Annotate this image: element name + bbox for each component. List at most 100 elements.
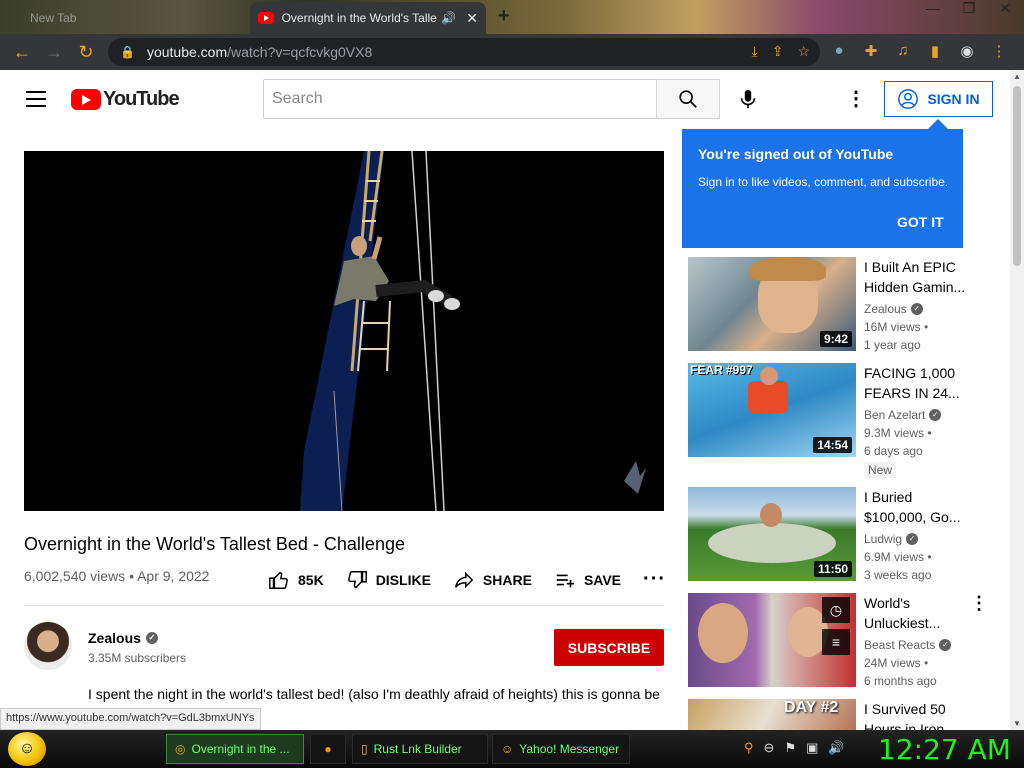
got-it-button[interactable]: GOT IT <box>897 214 944 230</box>
recommendation-title[interactable]: I Survived 50 Hours in Iron... <box>864 699 970 730</box>
recommendation-title[interactable]: FACING 1,000 FEARS IN 24... <box>864 363 970 403</box>
video-thumbnail[interactable]: 9:42 <box>688 257 856 351</box>
recommendation-title[interactable]: I Buried $100,000, Go... <box>864 487 970 527</box>
video-thumbnail[interactable]: DAY #2 <box>688 699 856 730</box>
recommendation-channel[interactable]: Ludwig ✓ <box>864 532 919 546</box>
share-arrow-icon <box>454 571 474 588</box>
status-bar-url: https://www.youtube.com/watch?v=GdL3bmxU… <box>0 708 261 730</box>
more-actions-icon[interactable]: ··· <box>643 568 666 591</box>
recommendation-channel[interactable]: Beast Reacts ✓ <box>864 638 952 652</box>
recommendation-title[interactable]: World's Unluckiest... <box>864 593 970 633</box>
video-thumbnail[interactable]: ◷ ≡ <box>688 593 856 687</box>
recommended-video[interactable]: 9:42 I Built An EPIC Hidden Gamin... Zea… <box>688 257 998 355</box>
minimize-icon[interactable]: — <box>920 0 946 17</box>
video-player[interactable] <box>24 151 664 511</box>
extensions-area: ● ✚ ♫ ▮ ◉ ⋮ <box>830 42 1008 60</box>
lock-icon[interactable]: 🔒 <box>120 45 135 59</box>
video-duration: 9:42 <box>819 331 852 347</box>
forward-icon[interactable]: → <box>38 42 70 63</box>
sign-in-button[interactable]: SIGN IN <box>884 81 993 117</box>
channel-avatar[interactable] <box>24 622 72 670</box>
restore-icon[interactable]: ❐ <box>956 0 982 17</box>
menu-icon[interactable] <box>26 91 46 107</box>
close-window-icon[interactable]: ✕ <box>992 0 1018 17</box>
youtube-logo-text: YouTube <box>103 88 180 110</box>
share-button[interactable]: SHARE <box>453 569 532 591</box>
search-input[interactable] <box>264 80 657 118</box>
search-tray-icon[interactable]: ⚲ <box>744 740 754 756</box>
install-icon[interactable]: ⤓ <box>752 43 758 60</box>
recommended-video[interactable]: DAY #2 I Survived 50 Hours in Iron... <box>688 699 998 730</box>
settings-more-icon[interactable]: ⋮ <box>846 88 866 112</box>
bookmark-star-icon[interactable]: ☆ <box>797 43 810 60</box>
taskbar-item-rust-lnk[interactable]: ▯ Rust Lnk Builder <box>352 734 488 764</box>
taskbar-item-chrome[interactable]: ◎ Overnight in the ... <box>166 734 304 764</box>
media-control-icon[interactable]: ♫ <box>894 42 912 60</box>
youtube-logo[interactable]: YouTube <box>71 88 180 111</box>
back-icon[interactable]: ← <box>6 42 38 63</box>
tab-new-tab[interactable]: New Tab <box>0 2 246 32</box>
volume-icon[interactable]: 🔊 <box>828 740 844 756</box>
video-duration: 11:50 <box>813 561 852 577</box>
scroll-down-icon[interactable]: ▼ <box>1013 719 1021 728</box>
page-scrollbar[interactable]: ▲ ▼ <box>1010 70 1024 730</box>
video-thumbnail[interactable]: FEAR #997 14:54 <box>688 363 856 457</box>
recommendation-views: 24M views • <box>864 656 929 670</box>
flag-icon[interactable]: ⚑ <box>784 740 796 756</box>
microphone-icon <box>740 89 756 109</box>
divider <box>24 605 664 606</box>
url-host: youtube.com <box>146 44 228 60</box>
share-icon[interactable]: ⇪ <box>772 43 784 60</box>
search-button[interactable] <box>656 79 720 119</box>
youtube-favicon-icon <box>258 12 274 24</box>
watch-later-icon[interactable]: ◷ <box>822 597 850 623</box>
video-title: Overnight in the World's Tallest Bed - C… <box>24 534 405 554</box>
signed-out-tooltip: You're signed out of YouTube Sign in to … <box>682 119 963 248</box>
taskbar: ☺ ◎ Overnight in the ... ● ▯ Rust Lnk Bu… <box>0 730 1024 768</box>
profile-avatar-icon[interactable]: ◉ <box>958 42 976 60</box>
add-to-queue-icon[interactable]: ≡ <box>822 629 850 655</box>
dislike-button[interactable]: DISLIKE <box>346 569 431 591</box>
recommendation-channel[interactable]: Zealous ✓ <box>864 302 923 316</box>
recommended-video[interactable]: FEAR #997 14:54 FACING 1,000 FEARS IN 24… <box>688 363 998 483</box>
recommendation-channel[interactable]: Ben Azelart ✓ <box>864 408 942 422</box>
save-button[interactable]: SAVE <box>554 569 621 591</box>
side-panel-icon[interactable]: ▮ <box>926 42 944 60</box>
speaker-icon[interactable]: 🔊 <box>441 11 456 25</box>
recommended-video[interactable]: 11:50 I Buried $100,000, Go... Ludwig ✓ 6… <box>688 487 998 585</box>
recommended-video[interactable]: ◷ ≡ World's Unluckiest... ⋮ Beast Reacts… <box>688 593 998 691</box>
recommendation-title[interactable]: I Built An EPIC Hidden Gamin... <box>864 257 970 297</box>
network-icon[interactable]: ▣ <box>806 740 818 756</box>
smiley-icon: ☺ <box>18 740 36 757</box>
like-button[interactable]: 85K <box>268 569 324 591</box>
video-thumbnail[interactable]: 11:50 <box>688 487 856 581</box>
recommendation-menu-icon[interactable]: ⋮ <box>970 593 988 614</box>
channel-name[interactable]: Zealous ✓ <box>88 630 158 646</box>
address-bar[interactable]: 🔒 youtube.com/watch?v=qcfcvkg0VX8 ⤓ ⇪ ☆ <box>108 38 820 66</box>
tray-status-icon[interactable]: ⊖ <box>764 740 775 756</box>
chrome-icon: ◎ <box>175 742 186 756</box>
reload-icon[interactable]: ↻ <box>70 42 102 63</box>
flag-extension-icon[interactable]: ● <box>830 42 848 60</box>
voice-search-button[interactable] <box>728 79 768 119</box>
taskbar-item-firefox[interactable]: ● <box>310 734 346 764</box>
task-label: Rust Lnk Builder <box>373 742 462 756</box>
scrollbar-thumb[interactable] <box>1013 86 1021 266</box>
subscribe-button[interactable]: SUBSCRIBE <box>554 629 664 666</box>
new-tab-icon[interactable]: + <box>498 5 510 28</box>
verified-check-icon: ✓ <box>906 533 919 545</box>
video-frame <box>24 151 664 511</box>
close-tab-icon[interactable]: ✕ <box>466 10 478 27</box>
taskbar-clock[interactable]: 12:27 AM <box>878 733 1011 766</box>
puzzle-extensions-icon[interactable]: ✚ <box>862 42 880 60</box>
channel-name-text: Ben Azelart <box>864 408 926 422</box>
scroll-up-icon[interactable]: ▲ <box>1013 72 1021 81</box>
subscriber-count: 3.35M subscribers <box>88 651 187 665</box>
start-button[interactable]: ☺ <box>8 732 46 766</box>
channel-name-text: Beast Reacts <box>864 638 936 652</box>
browser-menu-icon[interactable]: ⋮ <box>990 42 1008 60</box>
search-box <box>263 79 657 119</box>
taskbar-item-yahoo[interactable]: ☺ Yahoo! Messenger <box>492 734 630 764</box>
share-label: SHARE <box>482 571 532 588</box>
tab-active[interactable]: Overnight in the World's Tallest Bed 🔊 ✕ <box>250 2 486 34</box>
